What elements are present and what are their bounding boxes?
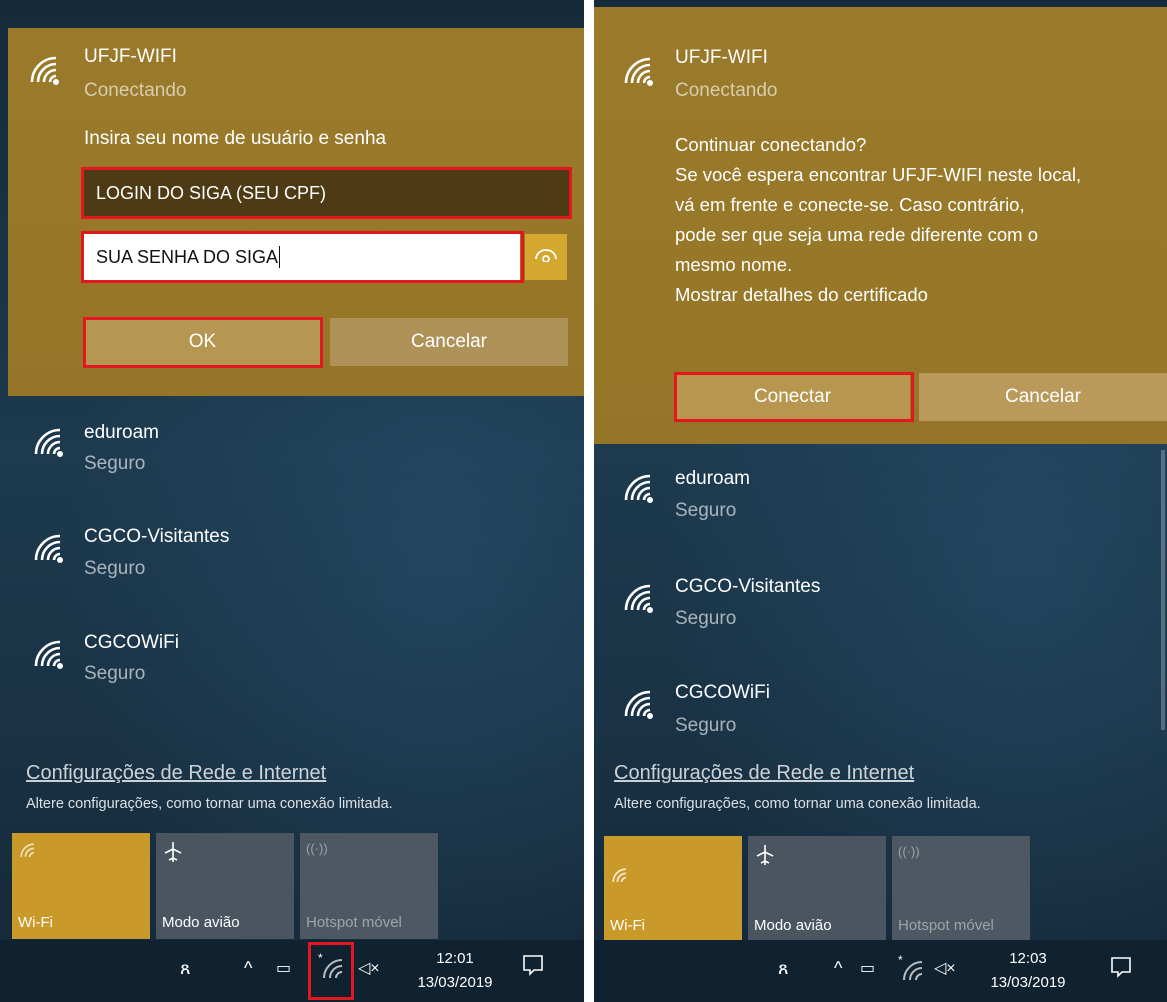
password-field[interactable]: SUA SENHA DO SIGA <box>84 234 520 280</box>
network-settings-link[interactable]: Configurações de Rede e Internet <box>614 762 914 785</box>
network-status: Seguro <box>675 608 737 629</box>
wifi-icon <box>620 580 654 614</box>
clock-time: 12:03 <box>1009 950 1047 967</box>
hotspot-icon: ((·)) <box>306 841 328 856</box>
network-status: Conectando <box>84 80 187 101</box>
chevron-up-icon[interactable]: ^ <box>834 958 842 979</box>
tile-mobile-hotspot: ((·)) Hotspot móvel <box>892 836 1030 942</box>
network-name: eduroam <box>675 468 750 489</box>
network-settings-description: Altere configurações, como tornar uma co… <box>26 796 393 812</box>
airplane-icon <box>754 844 776 871</box>
network-status: Seguro <box>84 663 146 684</box>
message-line: Se você espera encontrar UFJF-WIFI neste… <box>675 164 1082 185</box>
network-name: UFJF-WIFI <box>84 46 177 67</box>
tile-label: Hotspot móvel <box>898 917 994 934</box>
network-status: Conectando <box>675 80 778 101</box>
battery-icon[interactable]: ▭ <box>860 958 875 978</box>
connect-confirmation-message: Continuar conectando? Se você espera enc… <box>675 130 1081 310</box>
network-status: Seguro <box>675 715 737 736</box>
cancel-button[interactable]: Cancelar <box>919 373 1167 421</box>
show-certificate-link[interactable]: Mostrar detalhes do certificado <box>675 280 1081 310</box>
message-line: vá em frente e conecte-se. Caso contrári… <box>675 194 1025 215</box>
network-name: CGCO-Visitantes <box>675 576 821 597</box>
svg-text:*: * <box>318 952 323 965</box>
tile-airplane-mode[interactable]: Modo avião <box>156 833 294 939</box>
wifi-icon <box>26 52 60 86</box>
network-status: Seguro <box>675 500 737 521</box>
network-tray-icon[interactable]: * <box>898 953 924 987</box>
network-name: CGCO-Visitantes <box>84 526 230 547</box>
tile-wifi[interactable]: Wi-Fi <box>604 836 742 942</box>
network-flyout-right: UFJF-WIFI Conectando Continuar conectand… <box>594 0 1167 1002</box>
chevron-up-icon[interactable]: ^ <box>244 958 252 979</box>
wifi-icon <box>620 470 654 504</box>
battery-icon[interactable]: ▭ <box>276 958 291 978</box>
message-line: mesmo nome. <box>675 254 793 275</box>
network-name: UFJF-WIFI <box>675 47 768 68</box>
network-name: eduroam <box>84 422 159 443</box>
tile-label: Hotspot móvel <box>306 914 402 931</box>
cancel-button[interactable]: Cancelar <box>330 318 568 366</box>
clock-time: 12:01 <box>436 950 474 967</box>
action-center-icon[interactable] <box>522 954 544 981</box>
credentials-prompt: Insira seu nome de usuário e senha <box>84 128 387 149</box>
svg-text:*: * <box>898 954 903 967</box>
wifi-icon <box>610 866 628 889</box>
wifi-icon <box>18 841 36 864</box>
network-status: Seguro <box>84 453 146 474</box>
hotspot-icon: ((·)) <box>898 844 920 859</box>
wifi-icon <box>620 686 654 720</box>
clock[interactable]: 12:01 13/03/2019 <box>405 947 505 995</box>
message-line: Continuar conectando? <box>675 134 867 155</box>
wifi-icon <box>30 636 64 670</box>
expanded-network-card: UFJF-WIFI Conectando Insira seu nome de … <box>8 28 584 396</box>
network-name: CGCOWiFi <box>675 682 770 703</box>
username-field[interactable]: LOGIN DO SIGA (SEU CPF) <box>84 170 569 216</box>
tile-airplane-mode[interactable]: Modo avião <box>748 836 886 942</box>
text-caret <box>279 246 281 268</box>
speaker-muted-icon[interactable]: ◁× <box>934 958 956 978</box>
username-value: LOGIN DO SIGA (SEU CPF) <box>96 182 327 203</box>
eye-icon <box>535 248 557 267</box>
action-center-icon[interactable] <box>1110 956 1132 983</box>
expanded-network-card: UFJF-WIFI Conectando Continuar conectand… <box>594 7 1167 444</box>
airplane-icon <box>162 841 184 868</box>
tile-label: Modo avião <box>162 914 240 931</box>
wifi-icon <box>30 424 64 458</box>
network-flyout-left: UFJF-WIFI Conectando Insira seu nome de … <box>0 0 584 1002</box>
network-name: CGCOWiFi <box>84 632 179 653</box>
tile-mobile-hotspot: ((·)) Hotspot móvel <box>300 833 438 939</box>
taskbar: ጸ ^ ▭ * ◁× 12:01 13/03/2019 <box>0 940 584 1002</box>
ok-button[interactable]: OK <box>84 318 321 366</box>
password-value: SUA SENHA DO SIGA <box>96 246 279 267</box>
tile-label: Modo avião <box>754 917 832 934</box>
tile-wifi[interactable]: Wi-Fi <box>12 833 150 939</box>
connect-button[interactable]: Conectar <box>675 373 910 421</box>
wifi-icon <box>620 53 654 87</box>
clock-date: 13/03/2019 <box>990 974 1066 991</box>
clock-date: 13/03/2019 <box>417 974 493 991</box>
speaker-muted-icon[interactable]: ◁× <box>358 958 380 978</box>
divider <box>584 0 594 1002</box>
people-icon[interactable]: ጸ <box>180 958 191 979</box>
network-status: Seguro <box>84 558 146 579</box>
clock[interactable]: 12:03 13/03/2019 <box>978 947 1078 995</box>
message-line: pode ser que seja uma rede diferente com… <box>675 224 1039 245</box>
wifi-icon <box>30 530 64 564</box>
tile-label: Wi-Fi <box>18 914 53 931</box>
network-settings-link[interactable]: Configurações de Rede e Internet <box>26 762 326 785</box>
reveal-password-button[interactable] <box>525 234 567 280</box>
tile-label: Wi-Fi <box>610 917 645 934</box>
people-icon[interactable]: ጸ <box>778 958 789 979</box>
taskbar: ጸ ^ ▭ * ◁× 12:03 13/03/2019 <box>594 940 1167 1002</box>
network-tray-icon[interactable]: * <box>318 951 344 985</box>
scrollbar[interactable] <box>1161 450 1165 730</box>
network-settings-description: Altere configurações, como tornar uma co… <box>614 796 981 812</box>
